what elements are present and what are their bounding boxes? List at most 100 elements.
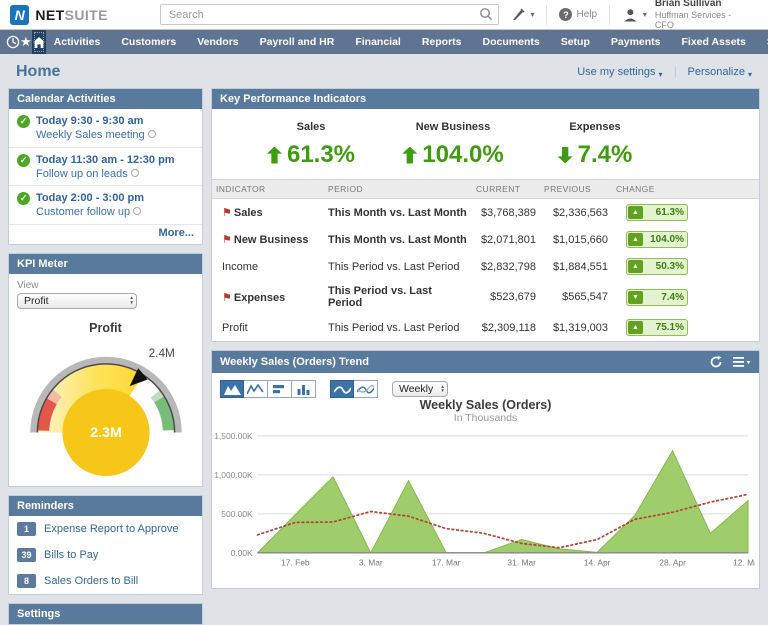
column-header[interactable]: CURRENT	[472, 180, 540, 199]
current-value: $2,832,798	[472, 253, 540, 280]
nav-menu-item[interactable]: Customers	[121, 36, 176, 48]
column-header[interactable]: INDICATOR	[212, 180, 324, 199]
chart-type-area-button[interactable]	[220, 380, 244, 398]
netsuite-logo-icon[interactable]: N	[10, 5, 29, 25]
reminder-link[interactable]: Expense Report to Approve	[44, 523, 179, 535]
trendline-smooth-button[interactable]	[330, 380, 354, 398]
event-link[interactable]: Weekly Sales meeting	[36, 129, 145, 141]
change-badge[interactable]: 61.3%	[626, 204, 688, 221]
column-header[interactable]: PERIOD	[324, 180, 472, 199]
chevron-down-icon: ▾	[530, 11, 534, 19]
star-icon: ★	[20, 34, 32, 50]
table-header-row: INDICATOR PERIOD CURRENT PREVIOUS CHANGE	[212, 180, 759, 199]
change-badge[interactable]: 50.3%	[626, 258, 688, 275]
refresh-icon[interactable]	[709, 355, 723, 369]
personalize-button[interactable]: Personalize ▾	[688, 66, 753, 78]
check-circle-icon[interactable]: ✓	[17, 154, 30, 167]
change-badge[interactable]: 75.1%	[626, 319, 688, 336]
column-header[interactable]: CHANGE	[612, 180, 759, 199]
panel-menu-icon[interactable]	[733, 356, 751, 368]
kpi-view-select[interactable]: Profit ▴▾	[17, 293, 137, 309]
trend-chart: 0.00K500.00K1,000.00K1,500.00K17. Feb3. …	[212, 424, 759, 588]
event-link[interactable]: Follow up on leads	[36, 168, 128, 180]
event-link[interactable]: Customer follow up	[36, 206, 130, 218]
help-button[interactable]: ? Help	[546, 5, 609, 25]
svg-text:12. May: 12. May	[733, 558, 755, 568]
chart-toolbar: Weekly ▴▾	[212, 373, 759, 400]
indicator-link[interactable]: New Business	[234, 234, 309, 246]
chevron-down-icon: ▾	[658, 70, 662, 79]
nav-menu-item[interactable]: Payments	[611, 36, 661, 48]
trend-chart-svg[interactable]: 0.00K500.00K1,000.00K1,500.00K17. Feb3. …	[212, 424, 755, 581]
trend-panel-header[interactable]: Weekly Sales (Orders) Trend	[212, 351, 759, 373]
kpi-panel-header[interactable]: Key Performance Indicators	[212, 89, 759, 109]
clock-icon	[6, 35, 20, 49]
kpi-highlight-value[interactable]: 104.0%	[422, 141, 503, 169]
search-input[interactable]	[160, 4, 500, 25]
right-column: Key Performance Indicators Sales 61.3% N…	[211, 88, 760, 589]
search-icon[interactable]	[479, 7, 493, 21]
more-link[interactable]: More...	[159, 227, 194, 239]
period-select[interactable]: Weekly ▴▾	[392, 381, 448, 397]
indicator-link[interactable]: Expenses	[234, 292, 285, 304]
check-circle-icon[interactable]: ✓	[17, 192, 30, 205]
change-badge[interactable]: 104.0%	[626, 231, 688, 248]
status-circle-icon	[133, 207, 141, 215]
current-value: $2,071,801	[472, 226, 540, 253]
svg-text:14. Apr: 14. Apr	[584, 558, 611, 568]
calendar-activities-panel: Calendar Activities ✓ Today 9:30 - 9:30 …	[8, 88, 203, 245]
event-time: Today 9:30 - 9:30 am	[36, 114, 156, 128]
select-stepper-icon: ▴▾	[130, 296, 133, 305]
page-title: Home	[16, 63, 60, 81]
home-button[interactable]	[32, 30, 46, 54]
home-icon	[32, 36, 46, 49]
use-my-settings-button[interactable]: Use my settings ▾	[577, 66, 662, 78]
calendar-activities-header[interactable]: Calendar Activities	[9, 89, 202, 109]
kpi-highlight-value[interactable]: 61.3%	[287, 141, 355, 169]
chevron-down-icon: ▾	[643, 11, 647, 19]
reminders-header[interactable]: Reminders	[9, 496, 202, 516]
check-circle-icon[interactable]: ✓	[17, 115, 30, 128]
nav-menu-item[interactable]: Fixed Assets	[682, 36, 746, 48]
current-value: $523,679	[472, 280, 540, 314]
kpi-highlight-value[interactable]: 7.4%	[578, 141, 633, 169]
nav-menu-item[interactable]: Financial	[355, 36, 401, 48]
column-header[interactable]: PREVIOUS	[540, 180, 612, 199]
reminder-link[interactable]: Sales Orders to Bill	[44, 575, 138, 587]
user-info: Brian Sullivan Huffman Services - CFO	[655, 0, 746, 31]
chart-type-bar-button[interactable]	[268, 380, 292, 398]
chart-type-column-button[interactable]	[292, 380, 316, 398]
indicator-link[interactable]: Income	[222, 261, 258, 273]
reminder-link[interactable]: Bills to Pay	[44, 549, 98, 561]
user-menu[interactable]: ▾ Brian Sullivan Huffman Services - CFO	[609, 5, 758, 25]
svg-text:1,000.00K: 1,000.00K	[214, 470, 253, 480]
change-value: 104.0%	[643, 234, 684, 245]
indicator-link[interactable]: Profit	[222, 322, 248, 334]
trend-panel: Weekly Sales (Orders) Trend	[211, 350, 760, 589]
nav-menu-item[interactable]: Reports	[422, 36, 462, 48]
nav-menu-item[interactable]: Vendors	[197, 36, 238, 48]
indicator-link[interactable]: Sales	[234, 207, 263, 219]
change-badge[interactable]: 7.4%	[626, 289, 688, 306]
trendline-overlay-button[interactable]	[354, 380, 378, 398]
quick-add-button[interactable]: ▾	[499, 5, 546, 25]
shortcuts-button[interactable]: ★	[20, 30, 32, 54]
change-value: 75.1%	[643, 322, 684, 333]
top-right-tools: ▾ ? Help ▾ Brian Sullivan Huffman Servic…	[499, 0, 758, 29]
nav-menu-item[interactable]: Payroll and HR	[260, 36, 335, 48]
svg-text:28. Apr: 28. Apr	[659, 558, 686, 568]
settings-header[interactable]: Settings	[9, 604, 202, 624]
change-arrow-icon	[628, 260, 643, 273]
nav-menu-item[interactable]: Setup	[561, 36, 590, 48]
svg-text:1,500.00K: 1,500.00K	[214, 431, 253, 441]
nav-menu-item[interactable]: Activities	[54, 36, 101, 48]
kpi-table: INDICATOR PERIOD CURRENT PREVIOUS CHANGE	[212, 179, 759, 341]
reminder-count-badge: 39	[17, 548, 36, 562]
recent-records-button[interactable]	[6, 30, 20, 54]
nav-menu-item[interactable]: Documents	[483, 36, 540, 48]
divider	[675, 66, 676, 78]
kpi-meter-header[interactable]: KPI Meter	[9, 254, 202, 274]
chart-type-line-button[interactable]	[244, 380, 268, 398]
svg-text:500.00K: 500.00K	[221, 509, 253, 519]
table-row: Income This Period vs. Last Period $2,83…	[212, 253, 759, 280]
